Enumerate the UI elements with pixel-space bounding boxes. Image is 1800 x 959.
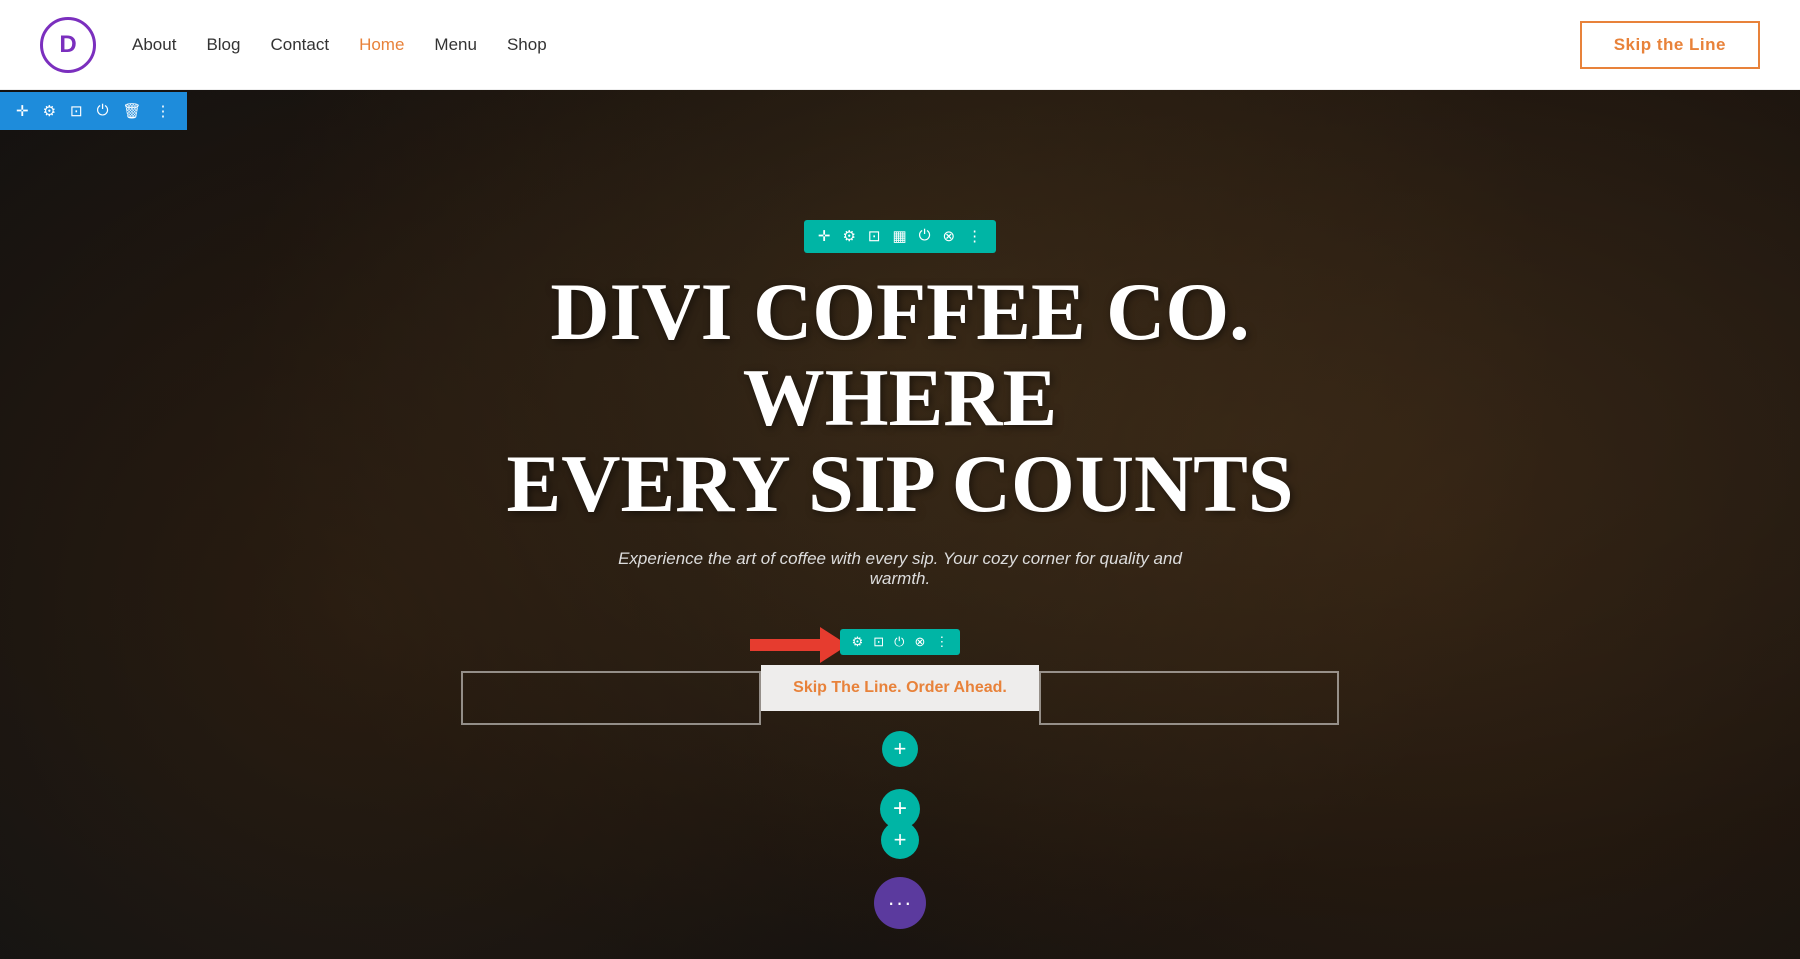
- red-arrow: [750, 627, 848, 663]
- plus-below-button: +: [882, 731, 918, 767]
- mod-columns-icon[interactable]: ▦: [892, 227, 906, 246]
- button-row: ⚙ ⊡ ⏻ ⊗ ⋮ Skip The Line. Order Ahead. +: [461, 629, 1339, 767]
- toolbar-more-icon[interactable]: ⋮: [156, 102, 171, 121]
- mod-delete-icon[interactable]: ⊗: [943, 227, 956, 246]
- top-left-toolbar: ✛ ⚙ ⊡ ⏻ 🗑 ⋮: [0, 92, 187, 130]
- btn-duplicate-icon[interactable]: ⊡: [873, 634, 884, 650]
- mod-move-icon[interactable]: ✛: [818, 227, 831, 246]
- toolbar-settings-icon[interactable]: ⚙: [43, 102, 56, 121]
- toolbar-delete-icon[interactable]: 🗑: [122, 102, 141, 121]
- btn-disable-icon[interactable]: ⏻: [894, 634, 904, 650]
- nav-contact[interactable]: Contact: [270, 35, 329, 55]
- mod-duplicate-icon[interactable]: ⊡: [868, 227, 881, 246]
- nav-about[interactable]: About: [132, 35, 176, 55]
- module-toolbar: ✛ ⚙ ⊡ ▦ ⏻ ⊗ ⋮: [804, 220, 996, 253]
- mod-settings-icon[interactable]: ⚙: [842, 227, 855, 246]
- mod-more-icon[interactable]: ⋮: [967, 227, 982, 246]
- nav-blog[interactable]: Blog: [206, 35, 240, 55]
- btn-settings-icon[interactable]: ⚙: [852, 634, 864, 650]
- nav-menu[interactable]: Menu: [434, 35, 477, 55]
- nav-home[interactable]: Home: [359, 35, 404, 55]
- add-below-button[interactable]: +: [882, 731, 918, 767]
- btn-delete-icon[interactable]: ⊗: [914, 634, 925, 650]
- toolbar-move-icon[interactable]: ✛: [16, 102, 29, 121]
- skip-line-order-button[interactable]: Skip The Line. Order Ahead.: [761, 665, 1039, 711]
- nav-shop[interactable]: Shop: [507, 35, 547, 55]
- skip-the-line-button[interactable]: Skip the Line: [1580, 21, 1760, 69]
- logo[interactable]: D: [40, 17, 96, 73]
- hero-subtitle: Experience the art of coffee with every …: [600, 549, 1200, 589]
- header-left: D About Blog Contact Home Menu Shop: [40, 17, 547, 73]
- left-button-placeholder: [461, 671, 761, 725]
- toolbar-disable-icon[interactable]: ⏻: [97, 102, 109, 120]
- button-toolbar-wrap: ⚙ ⊡ ⏻ ⊗ ⋮ Skip The Line. Order Ahead. +: [761, 629, 1039, 767]
- btn-more-icon[interactable]: ⋮: [935, 634, 948, 650]
- toolbar-duplicate-icon[interactable]: ⊡: [70, 102, 83, 121]
- hero-add-row-button[interactable]: +: [881, 821, 919, 859]
- main-nav: About Blog Contact Home Menu Shop: [132, 35, 547, 55]
- header: D About Blog Contact Home Menu Shop Skip…: [0, 0, 1800, 90]
- button-toolbar: ⚙ ⊡ ⏻ ⊗ ⋮: [840, 629, 961, 655]
- hero-title: DIVI COFFEE CO. WHERE EVERY SIP COUNTS: [450, 269, 1350, 527]
- arrow-body: [750, 639, 820, 651]
- right-button-placeholder: [1039, 671, 1339, 725]
- hero-section: ✛ ⚙ ⊡ ▦ ⏻ ⊗ ⋮ DIVI COFFEE CO. WHERE EVER…: [0, 90, 1800, 959]
- bottom-options-button[interactable]: ···: [874, 877, 926, 929]
- mod-disable-icon[interactable]: ⏻: [919, 227, 931, 245]
